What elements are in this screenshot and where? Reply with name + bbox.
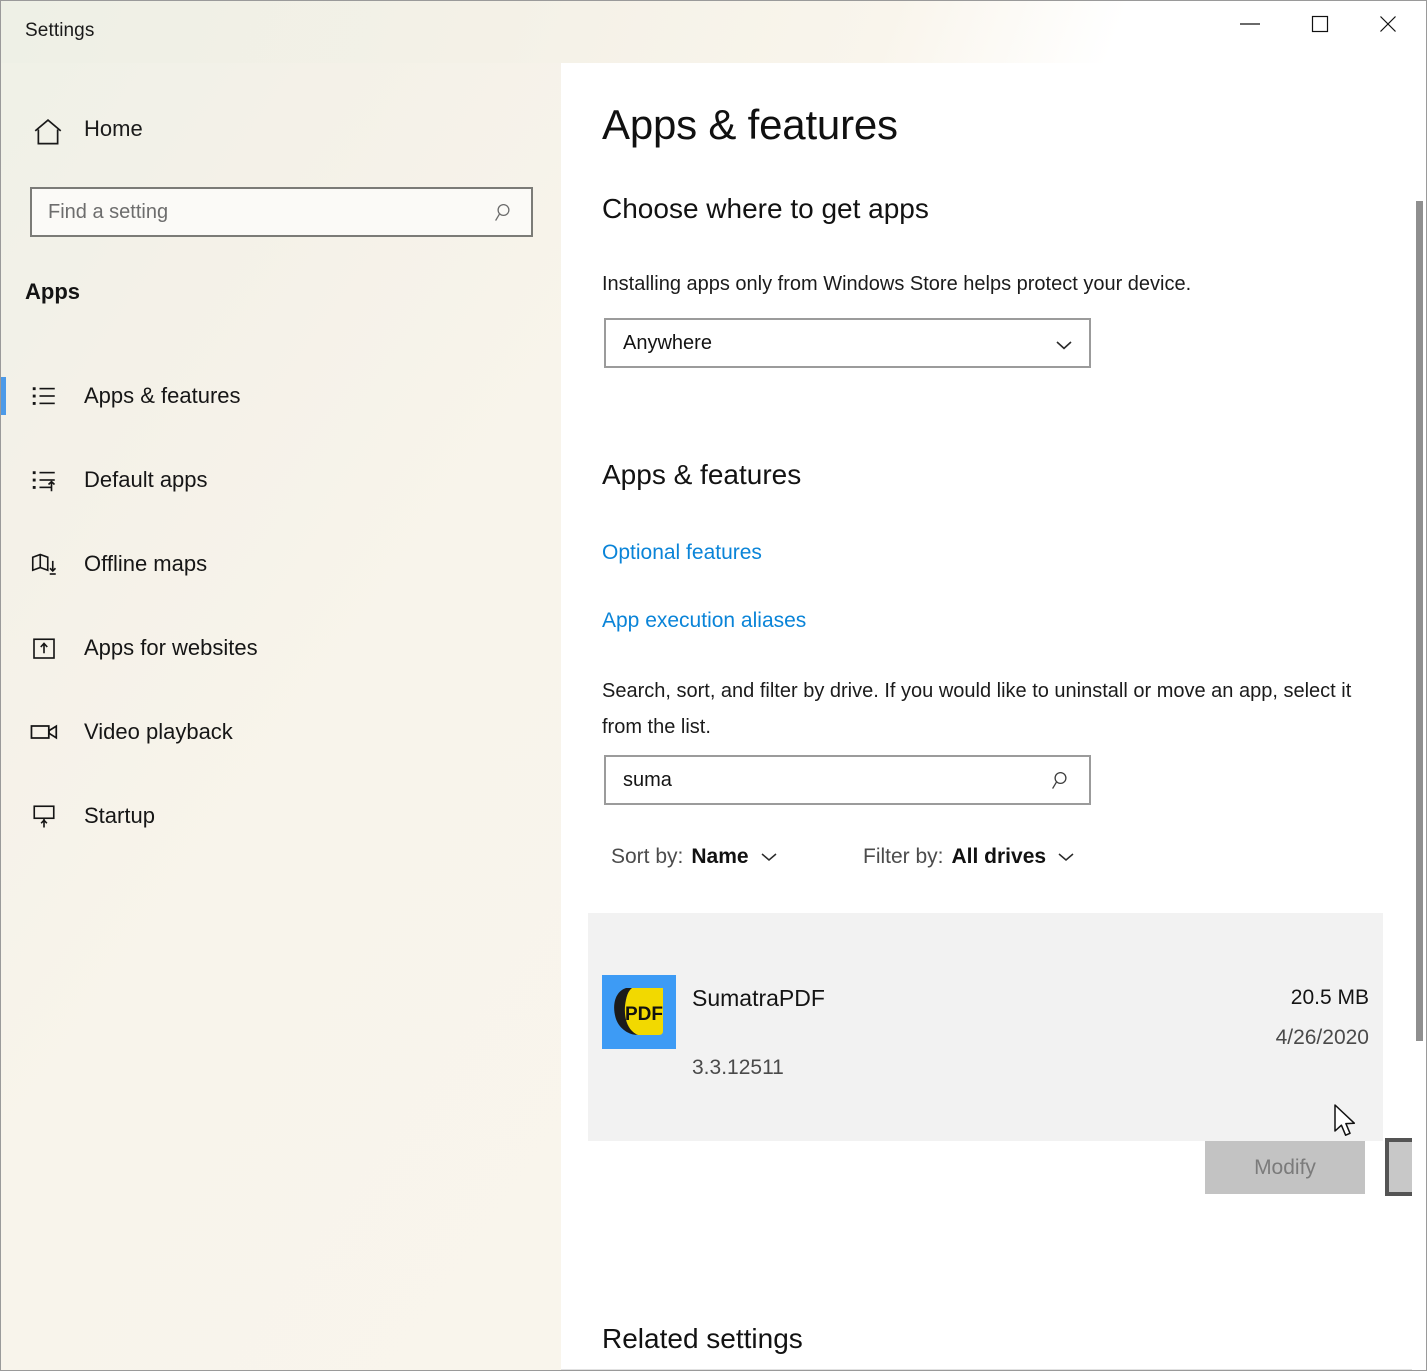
app-install-date: 4/26/2020 [1276, 1026, 1369, 1050]
choose-where-description: Installing apps only from Windows Store … [602, 273, 1191, 296]
close-button[interactable] [1354, 1, 1422, 47]
close-icon [1377, 13, 1399, 35]
video-camera-icon [27, 715, 61, 749]
monitor-up-icon [27, 799, 61, 833]
page-title: Apps & features [602, 101, 898, 149]
bottom-divider [561, 1369, 1426, 1370]
filter-by-label: Filter by: [863, 845, 944, 869]
sidebar-group-title: Apps [25, 279, 80, 305]
search-icon[interactable] [1050, 769, 1074, 798]
app-name: SumatraPDF [692, 985, 825, 1012]
sidebar-item-label: Offline maps [84, 551, 207, 577]
title-bar[interactable]: Settings [1, 1, 1426, 63]
sort-by-label: Sort by: [611, 845, 683, 869]
sidebar-item-apps-for-websites[interactable]: Apps for websites [1, 620, 561, 676]
app-list-search-input[interactable] [623, 769, 1033, 792]
search-input[interactable] [48, 201, 478, 224]
sidebar-item-apps-features[interactable]: Apps & features [1, 368, 561, 424]
sidebar-item-home[interactable]: Home [1, 105, 561, 157]
sidebar-item-label-home: Home [84, 116, 143, 142]
sidebar-item-label: Video playback [84, 719, 233, 745]
section-heading-apps-features: Apps & features [602, 459, 801, 491]
settings-search-box[interactable] [30, 187, 533, 237]
sidebar: Home Apps [1, 1, 561, 1370]
sumatrapdf-icon: PDF [602, 975, 676, 1049]
filter-by-value: All drives [952, 845, 1047, 869]
sort-by-value: Name [691, 845, 748, 869]
sidebar-item-label: Startup [84, 803, 155, 829]
app-list-search-box[interactable] [604, 755, 1091, 805]
app-list-item[interactable]: PDF SumatraPDF 3.3.12511 20.5 MB 4/26/20… [588, 913, 1383, 1141]
sidebar-item-startup[interactable]: Startup [1, 788, 561, 844]
list-controls-row: Sort by: Name Filter by: All drives [561, 845, 1426, 881]
link-app-execution-aliases[interactable]: App execution aliases [602, 609, 806, 633]
window-title: Settings [25, 20, 94, 42]
app-version: 3.3.12511 [692, 1056, 784, 1080]
share-box-icon [27, 631, 61, 665]
link-optional-features[interactable]: Optional features [602, 541, 762, 565]
sidebar-item-label: Default apps [84, 467, 208, 493]
search-icon[interactable] [493, 201, 517, 230]
main-content: Apps & features Choose where to get apps… [561, 63, 1426, 1370]
sidebar-item-offline-maps[interactable]: Offline maps [1, 536, 561, 592]
chevron-down-icon [759, 850, 779, 864]
section-heading-choose-where: Choose where to get apps [602, 193, 929, 225]
app-size: 20.5 MB [1291, 986, 1369, 1010]
minimize-icon [1237, 18, 1263, 30]
app-source-dropdown[interactable]: Anywhere [604, 318, 1091, 368]
main-scrollbar[interactable] [1412, 63, 1426, 1370]
section-heading-related-settings: Related settings [602, 1323, 803, 1355]
app-source-dropdown-value: Anywhere [623, 332, 712, 355]
list-bullet-icon [27, 379, 61, 413]
maximize-icon [1309, 13, 1331, 35]
scrollbar-thumb[interactable] [1416, 201, 1423, 1041]
sort-by-dropdown[interactable]: Sort by: Name [611, 845, 779, 869]
map-download-icon [27, 547, 61, 581]
modify-button: Modify [1205, 1141, 1365, 1194]
sidebar-item-label: Apps & features [84, 383, 241, 409]
settings-window: Home Apps [0, 0, 1427, 1371]
minimize-button[interactable] [1216, 1, 1284, 47]
apps-list-description: Search, sort, and filter by drive. If yo… [602, 673, 1392, 745]
svg-text:PDF: PDF [625, 1004, 663, 1025]
maximize-button[interactable] [1286, 1, 1354, 47]
sidebar-item-video-playback[interactable]: Video playback [1, 704, 561, 760]
chevron-down-icon [1056, 850, 1076, 864]
sidebar-item-default-apps[interactable]: Default apps [1, 452, 561, 508]
filter-by-dropdown[interactable]: Filter by: All drives [863, 845, 1076, 869]
sidebar-item-label: Apps for websites [84, 635, 258, 661]
chevron-down-icon [1053, 337, 1075, 358]
list-arrow-icon [27, 463, 61, 497]
home-icon [31, 115, 65, 154]
